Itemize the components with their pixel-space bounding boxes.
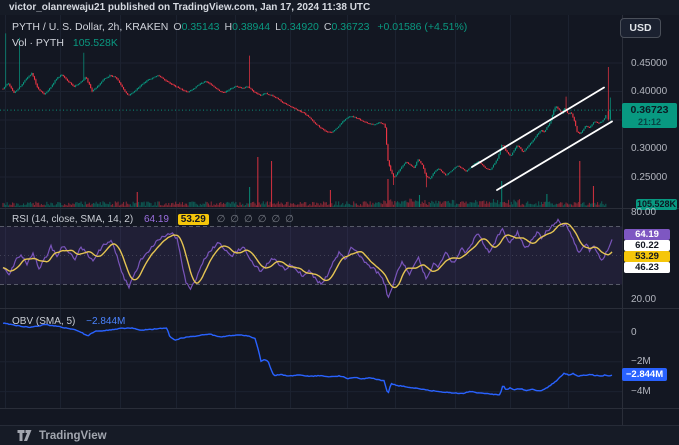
- ohlc-values: O0.35143 H0.38944 L0.34920 C0.36723: [168, 21, 369, 33]
- price-tick-label: 0.25000: [631, 171, 668, 183]
- rsi-sma-value: 53.29: [177, 214, 209, 225]
- rsi-axis-badge: 64.19: [624, 229, 670, 241]
- volume-legend-row: Vol · PYTH 105.528K: [12, 37, 118, 49]
- rsi-value: 64.19: [143, 214, 169, 225]
- change-value: +0.01586 (+4.51%): [377, 21, 468, 33]
- ohlc-value: 0.36723: [331, 21, 370, 33]
- attribution-bar: victor_olanrewaju21 published on Trading…: [0, 0, 679, 15]
- rsi-empty-slot: ∅: [230, 214, 240, 225]
- attribution-text: victor_olanrewaju21 published on Trading…: [9, 2, 371, 13]
- ohlc-letter: H: [224, 21, 233, 33]
- tradingview-logo-icon[interactable]: [17, 429, 32, 442]
- rsi-tick-label: 80.00: [631, 206, 657, 218]
- obv-legend-row: OBV (SMA, 5) −2.844M: [12, 316, 125, 327]
- price-tick-label: 0.30000: [631, 143, 668, 154]
- symbol-title[interactable]: PYTH / U. S. Dollar, 2h, KRAKEN: [12, 21, 168, 33]
- rsi-legend-row: RSI (14, close, SMA, 14, 2) 64.19 53.29 …: [12, 214, 294, 225]
- obv-tick-label: −4M: [631, 386, 651, 398]
- volume-title[interactable]: Vol · PYTH: [12, 37, 64, 49]
- ohlc-letter: C: [323, 21, 332, 33]
- time-axis[interactable]: 112:001812:002512:00202412:00812:0015: [0, 408, 622, 425]
- rsi-axis-badge: 46.23: [624, 262, 670, 274]
- rsi-empty-slot: ∅: [271, 214, 281, 225]
- ohlc-letter: O: [173, 21, 182, 33]
- ohlc-value: 0.34920: [280, 21, 319, 33]
- rsi-axis-badge: 53.29: [624, 251, 670, 263]
- ohlc-value: 0.35143: [181, 21, 220, 33]
- rsi-tick-label: 20.00: [631, 293, 657, 305]
- obv-tick-label: −2M: [631, 356, 651, 368]
- price-tick-label: 0.40000: [631, 86, 668, 97]
- currency-toggle-button[interactable]: USD: [620, 18, 661, 38]
- last-price-badge: 0.36723 21:12: [622, 103, 677, 128]
- obv-axis-badge: −2.844M: [622, 367, 667, 381]
- volume-value: 105.528K: [72, 37, 118, 49]
- bar-countdown: 21:12: [637, 117, 662, 127]
- rsi-empty-slot: ∅: [285, 214, 294, 225]
- price-tick-label: 0.45000: [631, 57, 668, 69]
- rsi-axis-badge: 60.22: [624, 240, 670, 252]
- obv-value: −2.844M: [86, 316, 126, 327]
- footer-brand[interactable]: TradingView: [39, 430, 107, 442]
- rsi-empty-slot: ∅: [257, 214, 267, 225]
- footer-bar: TradingView: [0, 425, 679, 445]
- obv-title[interactable]: OBV (SMA, 5): [12, 316, 75, 327]
- tradingview-snapshot: victor_olanrewaju21 published on Trading…: [0, 0, 679, 445]
- rsi-empty-slot: ∅: [216, 214, 226, 225]
- rsi-title[interactable]: RSI (14, close, SMA, 14, 2): [12, 214, 133, 225]
- obv-tick-label: 0: [631, 326, 637, 338]
- symbol-legend-row: PYTH / U. S. Dollar, 2h, KRAKEN O0.35143 H…: [12, 21, 467, 33]
- last-price-value: 0.36723: [630, 104, 669, 116]
- rsi-empty-slots: ∅ ∅ ∅ ∅ ∅ ∅: [212, 214, 294, 225]
- rsi-empty-slot: ∅: [244, 214, 253, 225]
- ohlc-value: 0.38944: [232, 21, 271, 33]
